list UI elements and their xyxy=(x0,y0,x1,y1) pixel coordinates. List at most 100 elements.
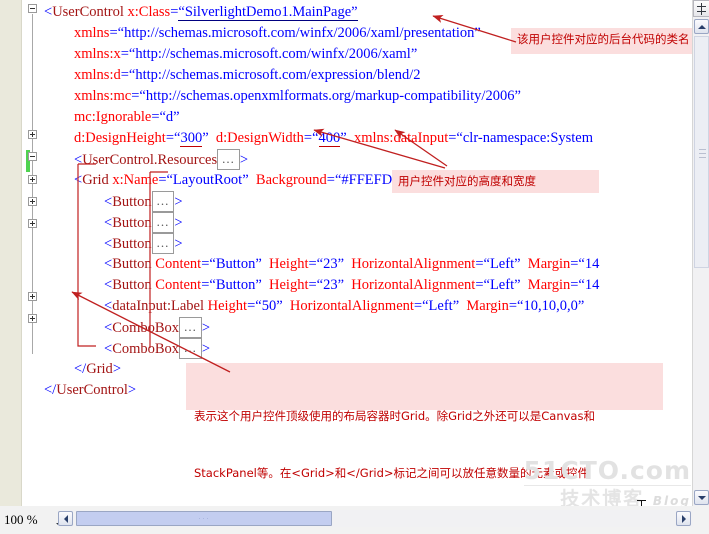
code-line[interactable]: <Button Content=“Button” Height=“23” Hor… xyxy=(104,275,599,296)
code-line[interactable]: <Button... > xyxy=(104,191,183,212)
collapsed-region-ellipsis[interactable]: ... xyxy=(151,191,175,212)
code-line[interactable]: <Button... > xyxy=(104,233,183,254)
code-token: “LayoutRoot” xyxy=(166,172,249,188)
outline-toggle-usercontrol[interactable] xyxy=(28,4,37,13)
code-token: Height xyxy=(269,256,309,272)
code-token: Button xyxy=(112,236,152,252)
code-line[interactable]: <dataInput:Label Height = “50” HorizontalA… xyxy=(104,296,584,317)
code-token: = xyxy=(303,130,313,146)
outline-toggle-combobox-2[interactable] xyxy=(28,314,37,323)
code-line[interactable]: <UserControl.Resources... > xyxy=(74,149,248,170)
code-token: Button xyxy=(112,194,152,210)
zoom-control[interactable]: 100 % xyxy=(4,511,66,529)
code-token: dataInput:Label xyxy=(112,298,204,314)
code-line[interactable]: mc:Ignorable=“d” xyxy=(74,107,180,128)
code-token: “http://schemas.microsoft.com/expression… xyxy=(128,67,421,83)
chevron-up-icon xyxy=(697,24,706,29)
code-token: UserControl xyxy=(52,4,124,20)
code-token: ComboBox xyxy=(112,320,180,336)
code-line[interactable]: </Grid> xyxy=(74,359,121,380)
collapsed-region-ellipsis[interactable]: ... xyxy=(151,212,175,233)
code-line[interactable]: d:DesignHeight=“300” d:DesignWidth=“400”… xyxy=(74,128,593,149)
code-token: > xyxy=(239,152,249,168)
annotation-class-name: 该用户控件对应的后台代码的类名 xyxy=(511,28,709,54)
vertical-scrollbar[interactable] xyxy=(692,0,709,506)
code-line[interactable]: xmlns=“http://schemas.microsoft.com/winf… xyxy=(74,23,481,44)
collapsed-region-ellipsis[interactable]: ... xyxy=(151,233,175,254)
chevron-left-icon xyxy=(63,514,68,523)
code-token: 400 xyxy=(318,130,341,147)
code-token: < xyxy=(104,215,113,231)
collapsed-region-ellipsis[interactable]: ... xyxy=(179,338,202,359)
outline-toggle-button-1[interactable] xyxy=(28,175,37,184)
annotation-design-size: 用户控件对应的高度和宽度 xyxy=(392,170,599,193)
thumb-grip-line xyxy=(207,518,208,519)
horizontal-scrollbar[interactable] xyxy=(58,510,693,527)
code-token: “SilverlightDemo1.MainPage” xyxy=(178,4,358,21)
watermark: 51CTO.com 技术博客 Blog xyxy=(523,458,691,512)
outline-toggle-button-3[interactable] xyxy=(28,219,37,228)
code-token: = xyxy=(151,109,160,125)
outline-toggle-grid[interactable] xyxy=(28,152,37,161)
minus-icon xyxy=(30,8,35,9)
collapsed-region-ellipsis[interactable]: ... xyxy=(217,149,240,170)
horizontal-scroll-thumb[interactable] xyxy=(76,511,332,526)
code-token: < xyxy=(104,236,113,252)
code-token: = xyxy=(308,256,317,272)
plus-icon-vertical xyxy=(32,221,33,226)
outlining-gutter[interactable] xyxy=(22,0,44,506)
code-token: “ xyxy=(312,130,319,146)
outline-toggle-button-2[interactable] xyxy=(28,197,37,206)
code-line[interactable]: xmlns:d=“http://schemas.microsoft.com/ex… xyxy=(74,65,420,86)
code-token: > xyxy=(127,382,137,398)
code-line[interactable]: <ComboBox... > xyxy=(104,317,210,338)
plus-icon-vertical xyxy=(32,294,33,299)
code-token: d:DesignHeight xyxy=(74,130,166,146)
scroll-right-button[interactable] xyxy=(676,511,691,526)
outline-toggle-combobox-1[interactable] xyxy=(28,292,37,301)
code-token: < xyxy=(104,341,113,357)
vertical-scroll-thumb[interactable] xyxy=(694,36,709,268)
code-token: < xyxy=(44,4,53,20)
code-token: Button xyxy=(112,215,152,231)
chevron-right-icon xyxy=(681,514,686,523)
scroll-up-button[interactable] xyxy=(694,19,709,34)
split-view-button[interactable] xyxy=(693,0,709,17)
code-line[interactable]: <UserControl x:Class=“SilverlightDemo1.M… xyxy=(44,2,358,23)
thumb-grip-line xyxy=(699,149,706,150)
collapsed-region-ellipsis[interactable]: ... xyxy=(179,317,202,338)
code-token: Grid xyxy=(86,361,113,377)
code-token: “14 xyxy=(578,256,600,272)
scroll-down-button[interactable] xyxy=(694,490,709,505)
code-line[interactable]: <Button Content=“Button” Height=“23” Hor… xyxy=(104,254,599,275)
code-token: xmlns:dataInput xyxy=(353,130,449,146)
code-token: = xyxy=(120,46,129,62)
code-line[interactable]: xmlns:mc=“http://schemas.openxmlformats.… xyxy=(74,86,521,107)
code-token: = xyxy=(120,67,129,83)
code-line[interactable]: xmlns:x=“http://schemas.microsoft.com/wi… xyxy=(74,44,417,65)
code-line[interactable]: <Grid x:Name=“LayoutRoot” Background=“#F… xyxy=(74,170,433,191)
code-token: Button xyxy=(112,277,152,293)
code-token: “Button” xyxy=(209,277,262,293)
code-token: Margin xyxy=(527,277,571,293)
outline-toggle-resources[interactable] xyxy=(28,130,37,139)
code-line[interactable]: </UserControl> xyxy=(44,380,136,401)
code-token: “http://schemas.microsoft.com/winfx/2006… xyxy=(117,25,481,41)
code-token: “clr-namespace:System xyxy=(456,130,594,146)
code-token: “d” xyxy=(159,109,180,125)
code-token: Content xyxy=(155,277,202,293)
code-token: < xyxy=(104,320,113,336)
scroll-left-button[interactable] xyxy=(58,511,73,526)
code-line[interactable]: <Button... > xyxy=(104,212,183,233)
code-token: = xyxy=(475,277,484,293)
selection-margin[interactable] xyxy=(0,0,22,506)
code-token: < xyxy=(74,172,83,188)
code-line[interactable]: <ComboBox... > xyxy=(104,338,210,359)
code-token: UserControl xyxy=(56,382,128,398)
